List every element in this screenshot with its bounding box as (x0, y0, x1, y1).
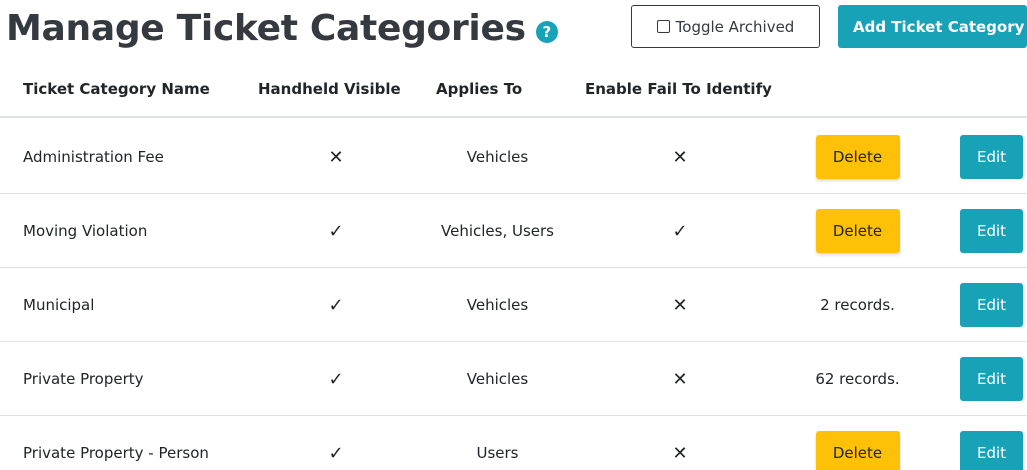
x-icon: ✕ (672, 368, 688, 390)
edit-cell: Edit (960, 120, 1023, 194)
edit-button[interactable]: Edit (960, 431, 1023, 470)
edit-cell: Edit (960, 416, 1023, 470)
page: Manage Ticket Categories ? Toggle Archiv… (0, 0, 1027, 470)
check-icon: ✓ (672, 220, 688, 242)
x-icon: ✕ (672, 294, 688, 316)
x-icon: ✕ (328, 146, 344, 168)
record-count: 62 records. (815, 370, 900, 388)
check-icon: ✓ (328, 294, 344, 316)
delete-button[interactable]: Delete (815, 431, 900, 470)
edit-button[interactable]: Edit (960, 135, 1023, 179)
action-cell: Delete (790, 416, 925, 470)
check-icon: ✓ (328, 368, 344, 390)
x-icon: ✕ (672, 442, 688, 464)
category-name: Administration Fee (23, 148, 164, 166)
applies-to: Vehicles, Users (441, 222, 554, 240)
column-header-handheld[interactable]: Handheld Visible (258, 80, 401, 98)
applies-to: Vehicles (466, 370, 529, 388)
page-title-text: Manage Ticket Categories (6, 8, 526, 49)
column-header-fail-to-identify[interactable]: Enable Fail To Identify (585, 80, 772, 98)
category-name: Private Property (23, 370, 144, 388)
table-row: Administration Fee ✕ Vehicles ✕ Delete Edit (0, 120, 1027, 194)
record-count: 2 records. (820, 296, 895, 314)
toggle-archived-label: Toggle Archived (675, 17, 795, 36)
applies-to: Vehicles (466, 296, 529, 314)
column-header-name[interactable]: Ticket Category Name (23, 80, 210, 98)
column-header-applies-to[interactable]: Applies To (436, 80, 522, 98)
table-row: Private Property - Person ✓ Users ✕ Delete Ed… (0, 416, 1027, 470)
table-header: Ticket Category Name Handheld Visible Ap… (0, 62, 1027, 118)
applies-to: Users (476, 444, 519, 462)
applies-to: Vehicles (466, 148, 529, 166)
edit-cell: Edit (960, 194, 1023, 268)
delete-button[interactable]: Delete (815, 209, 900, 253)
x-icon: ✕ (672, 146, 688, 168)
add-ticket-category-button[interactable]: Add Ticket Category (838, 5, 1027, 48)
action-cell: Delete (790, 120, 925, 194)
category-name: Private Property - Person (23, 444, 209, 462)
edit-button[interactable]: Edit (960, 283, 1023, 327)
help-icon[interactable]: ? (535, 20, 558, 43)
check-icon: ✓ (328, 442, 344, 464)
checkbox-icon[interactable] (656, 20, 670, 33)
table-row: Municipal ✓ Vehicles ✕ 2 records. Edit (0, 268, 1027, 342)
action-cell: Delete (790, 194, 925, 268)
edit-cell: Edit (960, 342, 1023, 416)
delete-button[interactable]: Delete (815, 135, 900, 179)
edit-cell: Edit (960, 268, 1023, 342)
toggle-archived-button[interactable]: Toggle Archived (631, 5, 820, 48)
table-row: Private Property ✓ Vehicles ✕ 62 records. Edi… (0, 342, 1027, 416)
action-cell: 2 records. (790, 268, 925, 342)
action-cell: 62 records. (790, 342, 925, 416)
table-row: Moving Violation ✓ Vehicles, Users ✓ Delete E… (0, 194, 1027, 268)
check-icon: ✓ (328, 220, 344, 242)
page-title: Manage Ticket Categories ? (6, 8, 558, 49)
category-name: Moving Violation (23, 222, 148, 240)
category-name: Municipal (23, 296, 95, 314)
edit-button[interactable]: Edit (960, 357, 1023, 401)
edit-button[interactable]: Edit (960, 209, 1023, 253)
